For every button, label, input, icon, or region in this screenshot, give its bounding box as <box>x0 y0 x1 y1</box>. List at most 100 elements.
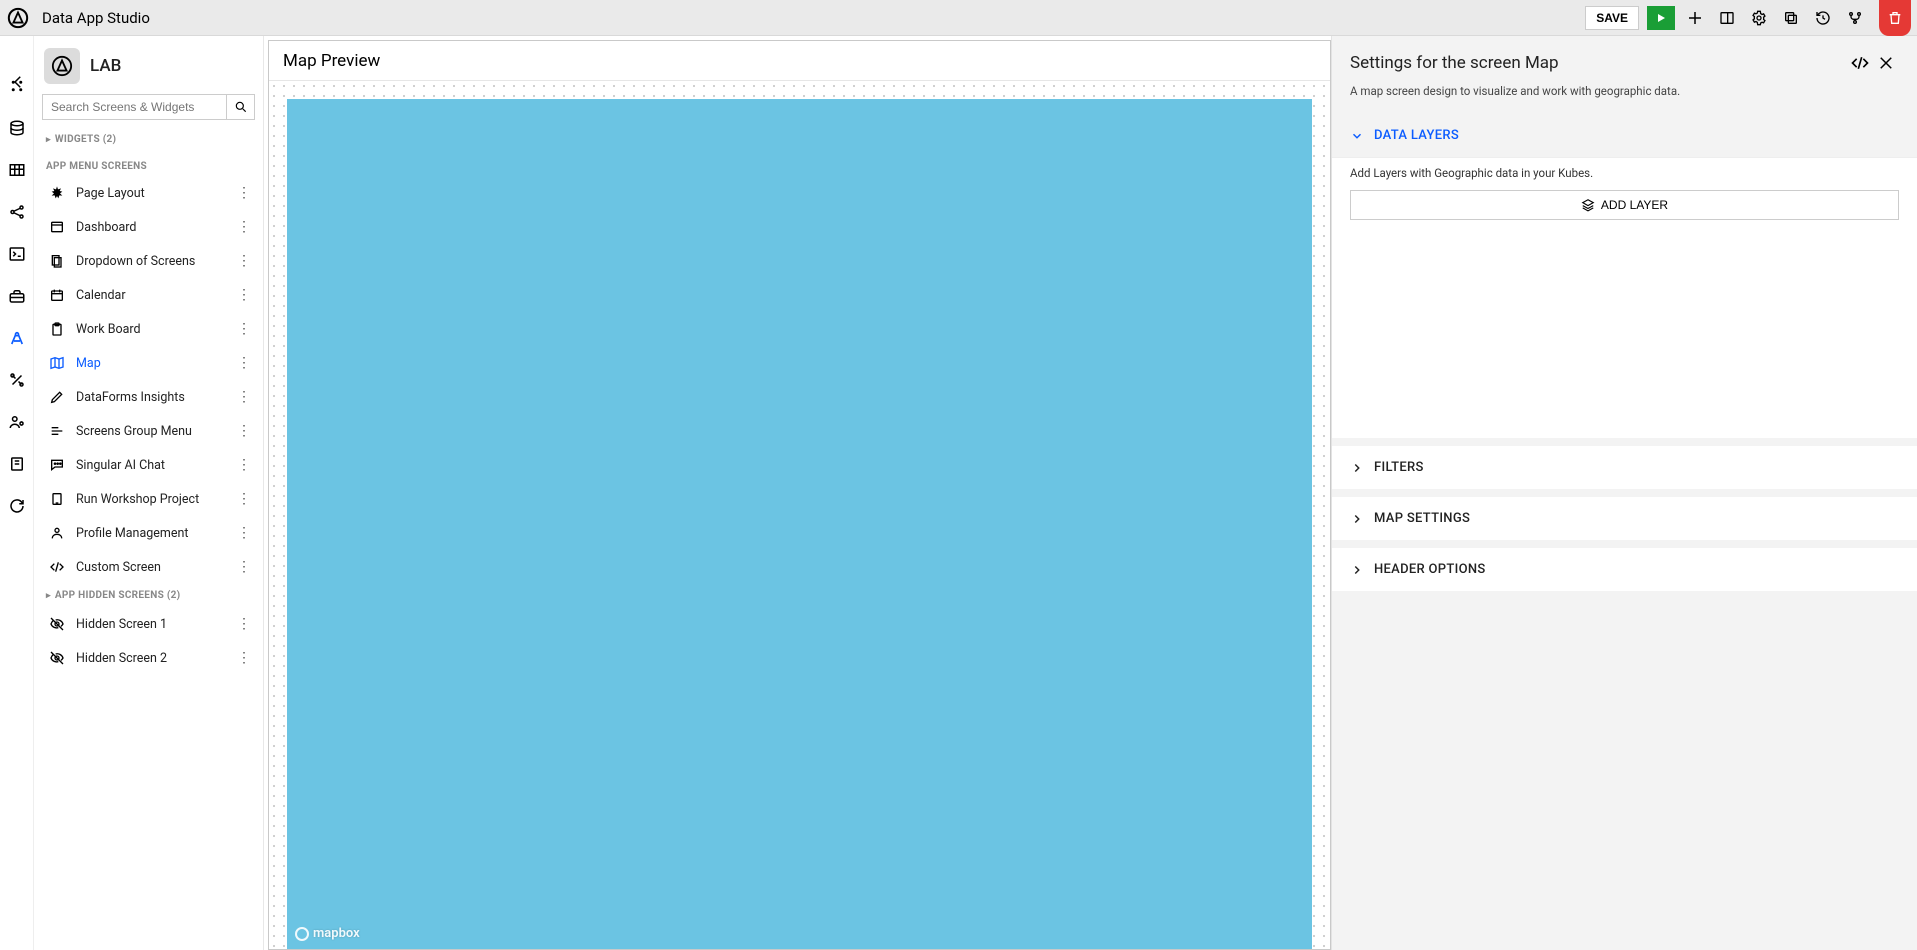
screen-item-menu[interactable]: ⋮ <box>235 356 253 370</box>
app-badge[interactable] <box>44 48 80 84</box>
screen-item-menu[interactable]: ⋮ <box>235 220 253 234</box>
lines-icon <box>48 423 66 439</box>
delete-button[interactable] <box>1879 0 1911 36</box>
chat-icon <box>48 457 66 473</box>
screen-item-label: Singular AI Chat <box>76 458 165 473</box>
chevron-right-icon <box>1350 461 1364 475</box>
rail-nav-code[interactable] <box>7 244 27 264</box>
database-icon <box>8 119 26 137</box>
screen-item-menu[interactable]: ⋮ <box>235 617 253 631</box>
section-map-settings-header[interactable]: MAP SETTINGS <box>1332 497 1917 540</box>
play-icon <box>1655 12 1667 24</box>
screen-item-menu[interactable]: ⋮ <box>235 254 253 268</box>
screen-item-menu[interactable]: ⋮ <box>235 322 253 336</box>
screen-item-page-layout[interactable]: Page Layout ⋮ <box>34 176 263 210</box>
screen-item-label: Page Layout <box>76 186 145 201</box>
section-data-layers-title: DATA LAYERS <box>1374 128 1459 143</box>
logo-icon <box>7 7 29 29</box>
screen-item-dashboard[interactable]: Dashboard ⋮ <box>34 210 263 244</box>
section-data-layers: DATA LAYERS Add Layers with Geographic d… <box>1332 114 1917 438</box>
code-icon <box>48 559 66 575</box>
screen-item-run-workshop-project[interactable]: Run Workshop Project⋮ <box>34 482 263 516</box>
add-button[interactable] <box>1683 6 1707 30</box>
screen-item-screens-group-menu[interactable]: Screens Group Menu ⋮ <box>34 414 263 448</box>
chevron-right-icon <box>1350 563 1364 577</box>
tools-icon <box>8 371 26 389</box>
section-filters: FILTERS <box>1332 446 1917 489</box>
screen-item-menu[interactable]: ⋮ <box>235 458 253 472</box>
brand-logo[interactable] <box>0 0 36 36</box>
rail-collapse[interactable] <box>8 72 28 92</box>
search-input[interactable] <box>43 95 226 119</box>
screen-item-menu[interactable]: ⋮ <box>235 424 253 438</box>
screen-item-singular-ai-chat[interactable]: Singular AI Chat ⋮ <box>34 448 263 482</box>
app-logo-icon <box>51 55 73 77</box>
screen-item-menu[interactable]: ⋮ <box>235 186 253 200</box>
screen-item-label: Calendar <box>76 288 126 303</box>
search-icon <box>234 100 248 114</box>
rail-nav-tools[interactable] <box>7 370 27 390</box>
screen-item-menu[interactable]: ⋮ <box>235 560 253 574</box>
hidden-screen-item-hidden-screen-1[interactable]: Hidden Screen 1 ⋮ <box>34 607 263 641</box>
chevron-right-icon <box>1350 512 1364 526</box>
rail-nav-share[interactable] <box>7 202 27 222</box>
app-name: LAB <box>90 56 121 76</box>
left-rail <box>0 36 34 950</box>
screen-item-label: Work Board <box>76 322 141 337</box>
settings-header: Settings for the screen Map <box>1332 36 1917 84</box>
screen-item-custom-screen[interactable]: Custom Screen ⋮ <box>34 550 263 584</box>
terminal-icon <box>8 245 26 263</box>
preview-title: Map Preview <box>283 51 380 71</box>
settings-panel: Settings for the screen Map A map screen… <box>1331 36 1917 950</box>
screen-item-profile-management[interactable]: Profile Management⋮ <box>34 516 263 550</box>
edit-code-button[interactable] <box>1847 50 1873 76</box>
screen-item-label: Dashboard <box>76 220 136 235</box>
tablet-icon <box>48 491 66 507</box>
screen-item-label: Custom Screen <box>76 560 161 575</box>
widgets-section-toggle[interactable]: WIDGETS (2) <box>34 128 263 151</box>
rail-nav-data[interactable] <box>7 118 27 138</box>
history-button[interactable] <box>1811 6 1835 30</box>
book-icon <box>8 455 26 473</box>
copy-button[interactable] <box>1779 6 1803 30</box>
hidden-screen-item-hidden-screen-2[interactable]: Hidden Screen 2 ⋮ <box>34 641 263 675</box>
rail-nav-refresh[interactable] <box>7 496 27 516</box>
rail-nav-design[interactable] <box>7 328 27 348</box>
screen-item-work-board[interactable]: Work Board ⋮ <box>34 312 263 346</box>
section-data-layers-header[interactable]: DATA LAYERS <box>1332 114 1917 158</box>
screen-item-dataforms-insights[interactable]: DataForms Insights⋮ <box>34 380 263 414</box>
screen-item-menu[interactable]: ⋮ <box>235 288 253 302</box>
compass-icon <box>8 329 26 347</box>
settings-description: A map screen design to visualize and wor… <box>1332 84 1917 114</box>
screen-item-label: Screens Group Menu <box>76 424 192 439</box>
branch-button[interactable] <box>1843 6 1867 30</box>
layers-icon <box>1581 198 1595 212</box>
gear-icon <box>1751 10 1767 26</box>
screen-item-dropdown-of-screens[interactable]: Dropdown of Screens⋮ <box>34 244 263 278</box>
screen-item-menu[interactable]: ⋮ <box>235 526 253 540</box>
settings-button[interactable] <box>1747 6 1771 30</box>
screen-item-menu[interactable]: ⋮ <box>235 651 253 665</box>
rail-nav-toolbox[interactable] <box>7 286 27 306</box>
section-filters-header[interactable]: FILTERS <box>1332 446 1917 489</box>
map-area[interactable]: mapbox <box>287 99 1312 949</box>
save-button[interactable]: SAVE <box>1585 6 1639 30</box>
layout-button[interactable] <box>1715 6 1739 30</box>
rail-nav-users[interactable] <box>7 412 27 432</box>
screen-item-menu[interactable]: ⋮ <box>235 492 253 506</box>
close-settings-button[interactable] <box>1873 50 1899 76</box>
run-button[interactable] <box>1647 6 1675 30</box>
search-button[interactable] <box>226 95 254 119</box>
section-header-options-header[interactable]: HEADER OPTIONS <box>1332 548 1917 591</box>
add-layer-button[interactable]: ADD LAYER <box>1350 190 1899 220</box>
refresh-icon <box>8 497 26 515</box>
screen-item-calendar[interactable]: Calendar ⋮ <box>34 278 263 312</box>
canvas-column: Map Preview mapbox <box>264 36 1331 950</box>
screen-item-menu[interactable]: ⋮ <box>235 390 253 404</box>
screen-item-label: Hidden Screen 1 <box>76 617 167 632</box>
rail-nav-table[interactable] <box>7 160 27 180</box>
screen-item-map[interactable]: Map⋮ <box>34 346 263 380</box>
screen-item-label: Hidden Screen 2 <box>76 651 167 666</box>
hidden-screens-toggle[interactable]: APP HIDDEN SCREENS (2) <box>34 584 263 607</box>
rail-nav-docs[interactable] <box>7 454 27 474</box>
